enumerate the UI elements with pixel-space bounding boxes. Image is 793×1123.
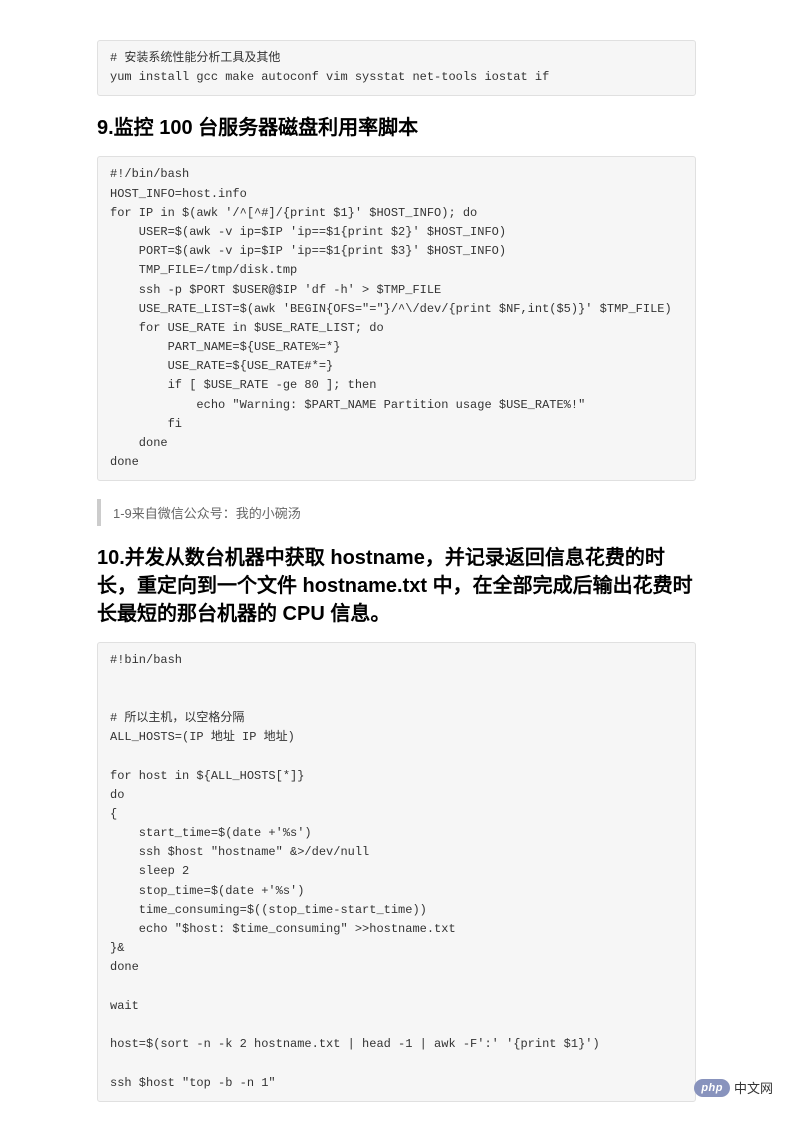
- footer-logo: php 中文网: [694, 1078, 773, 1097]
- code-block-disk-monitor: #!/bin/bash HOST_INFO=host.info for IP i…: [97, 156, 696, 481]
- heading-section-9: 9.监控 100 台服务器磁盘利用率脚本: [97, 114, 696, 142]
- quote-attribution: 1-9来自微信公众号：我的小碗汤: [97, 499, 696, 526]
- code-block-install: # 安装系统性能分析工具及其他 yum install gcc make aut…: [97, 40, 696, 96]
- php-badge-icon: php: [694, 1079, 730, 1097]
- footer-text: 中文网: [734, 1078, 773, 1097]
- heading-section-10: 10.并发从数台机器中获取 hostname，并记录返回信息花费的时长，重定向到…: [97, 544, 696, 628]
- code-block-hostname: #!bin/bash # 所以主机，以空格分隔 ALL_HOSTS=(IP 地址…: [97, 642, 696, 1101]
